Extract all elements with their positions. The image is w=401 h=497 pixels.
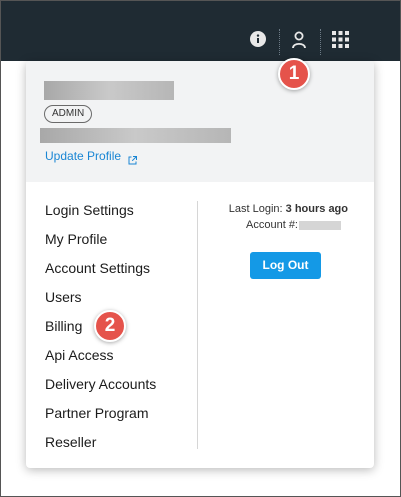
menu-item-reseller[interactable]: Reseller bbox=[45, 433, 195, 462]
toolbar-separator bbox=[279, 29, 280, 55]
redacted-user-name bbox=[44, 81, 174, 100]
user-icon[interactable] bbox=[291, 31, 307, 54]
menu-item-partner-program[interactable]: Partner Program bbox=[45, 404, 195, 433]
account-number-label: Account #: bbox=[246, 219, 298, 231]
redacted-user-email bbox=[40, 128, 231, 143]
menu-divider bbox=[197, 201, 198, 449]
external-link-icon bbox=[128, 152, 137, 170]
role-badge: ADMIN bbox=[44, 105, 93, 123]
step-callout-1: 1 bbox=[278, 58, 310, 90]
profile-dropdown-menu: ADMIN Update Profile Login Settings My P… bbox=[26, 61, 374, 468]
apps-grid-icon[interactable] bbox=[332, 31, 349, 53]
last-login-value: 3 hours ago bbox=[285, 203, 348, 215]
update-profile-link[interactable]: Update Profile bbox=[45, 149, 121, 163]
menu-item-account-settings[interactable]: Account Settings bbox=[45, 259, 195, 288]
menu-item-login-settings[interactable]: Login Settings bbox=[45, 201, 195, 230]
step-callout-2: 2 bbox=[94, 310, 126, 342]
menu-item-my-profile[interactable]: My Profile bbox=[45, 230, 195, 259]
top-navigation-bar bbox=[1, 1, 400, 61]
redacted-account-number bbox=[299, 221, 341, 230]
info-icon[interactable] bbox=[250, 31, 266, 52]
profile-header: ADMIN Update Profile bbox=[26, 61, 374, 182]
last-login-info: Last Login: 3 hours ago bbox=[198, 203, 348, 215]
menu-item-delivery-accounts[interactable]: Delivery Accounts bbox=[45, 375, 195, 404]
last-login-label: Last Login: bbox=[228, 203, 286, 215]
menu-item-api-access[interactable]: Api Access bbox=[45, 346, 195, 375]
log-out-button[interactable]: Log Out bbox=[250, 252, 321, 279]
toolbar-separator bbox=[320, 29, 321, 55]
